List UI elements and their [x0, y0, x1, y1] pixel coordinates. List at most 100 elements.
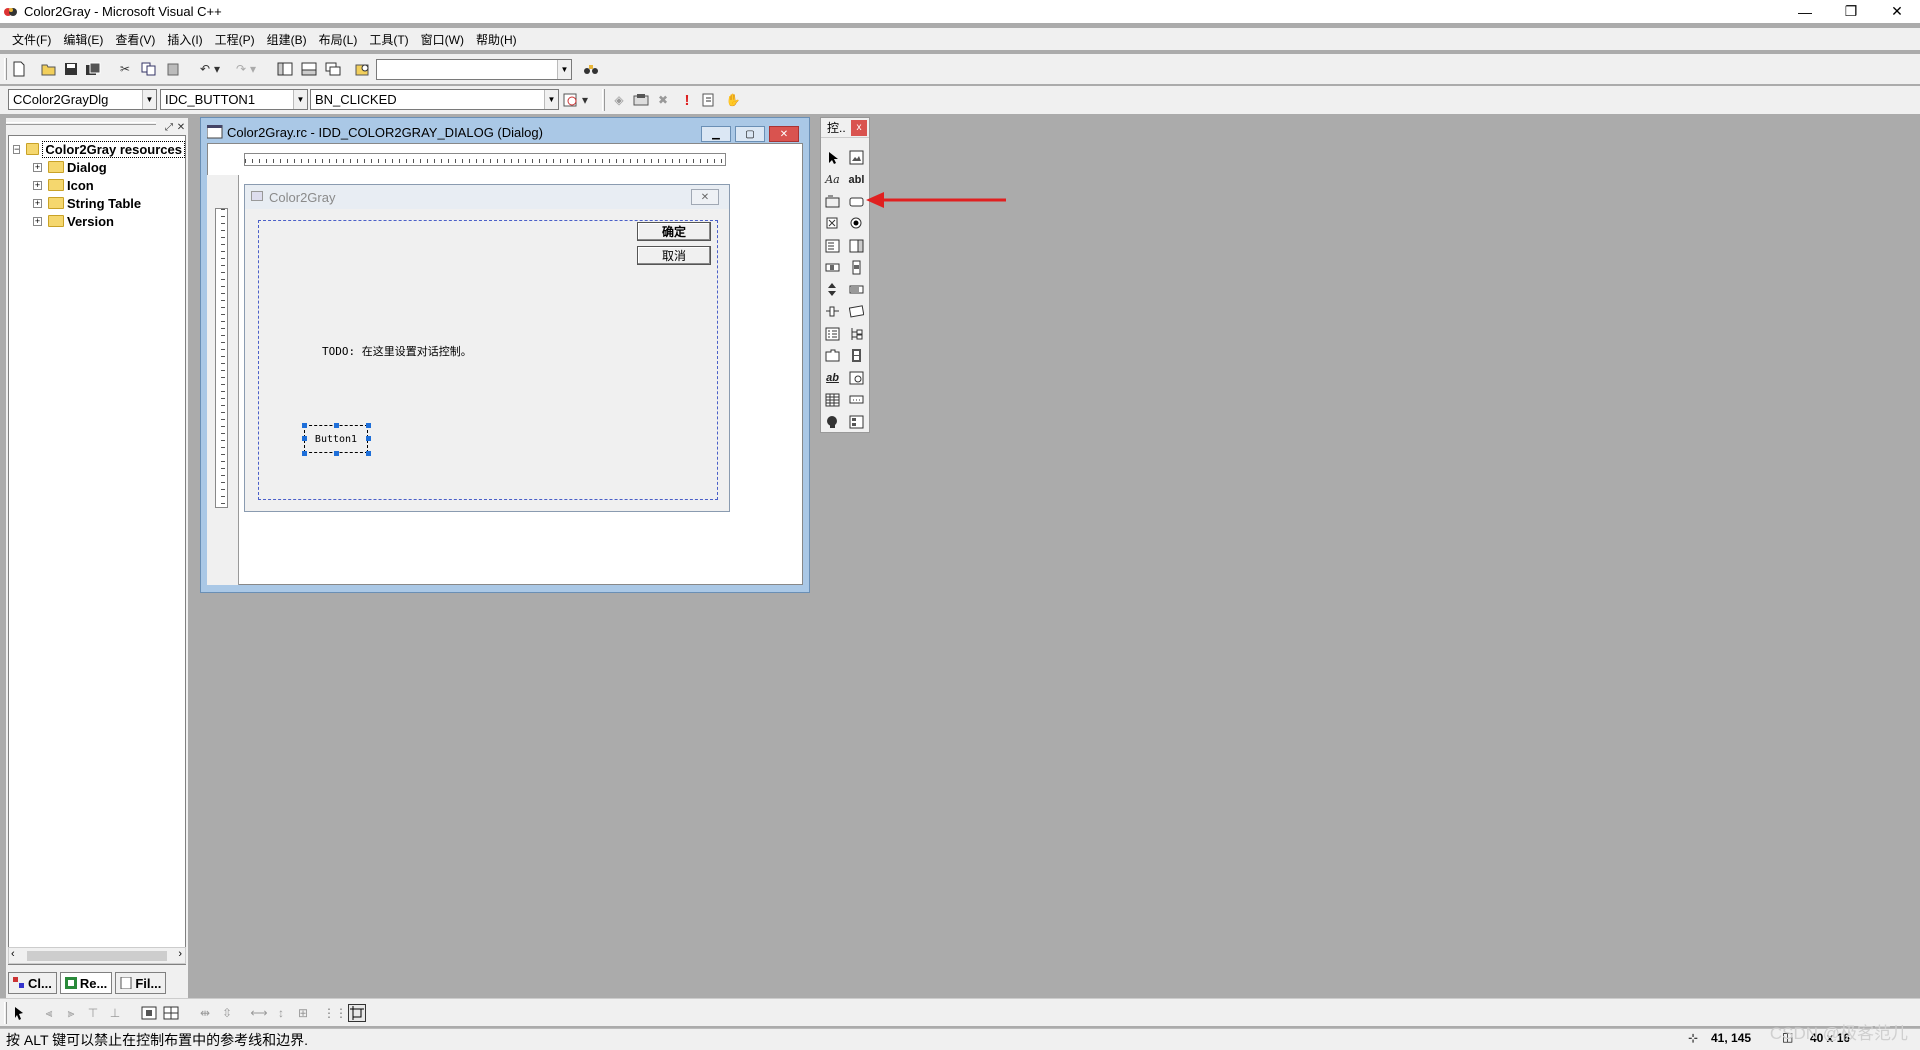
align-left-icon[interactable]: ⫷: [40, 1004, 58, 1022]
scroll-left-icon[interactable]: ‹: [11, 948, 15, 960]
redo-dropdown-icon[interactable]: ▾: [248, 60, 258, 78]
make-same-width-icon[interactable]: ⟷: [250, 1004, 268, 1022]
list-control-icon[interactable]: [824, 325, 841, 342]
tab-fileview[interactable]: Fil...: [115, 972, 167, 994]
cut-icon[interactable]: ✂: [116, 60, 134, 78]
tree-item-dialog[interactable]: + Dialog: [13, 158, 185, 176]
resize-handle[interactable]: [334, 451, 339, 456]
menu-tools[interactable]: 工具(T): [369, 31, 408, 48]
center-horizontal-icon[interactable]: [162, 1004, 180, 1022]
animate-icon[interactable]: [848, 347, 865, 364]
collapse-icon[interactable]: −: [13, 144, 21, 154]
month-calendar-icon[interactable]: [824, 391, 841, 408]
menu-file[interactable]: 文件(F): [12, 31, 51, 48]
expand-icon[interactable]: +: [33, 162, 42, 172]
toolbar-grip[interactable]: [602, 89, 605, 111]
stop-build-icon[interactable]: ✖: [654, 91, 672, 109]
tree-root[interactable]: − Color2Gray resources: [13, 140, 185, 158]
combo-box-icon[interactable]: [824, 237, 841, 254]
resize-handle[interactable]: [366, 451, 371, 456]
space-across-icon[interactable]: ⇹: [196, 1004, 214, 1022]
find-combo-dropdown-icon[interactable]: ▼: [557, 60, 571, 79]
minimize-button[interactable]: —: [1782, 0, 1828, 23]
menu-project[interactable]: 工程(P): [215, 31, 255, 48]
button-control-icon[interactable]: [848, 193, 865, 210]
expand-icon[interactable]: +: [33, 198, 42, 208]
vertical-scrollbar-icon[interactable]: [848, 259, 865, 276]
close-button[interactable]: ✕: [1874, 0, 1920, 23]
make-same-height-icon[interactable]: ↕: [272, 1004, 290, 1022]
panel-close-icon[interactable]: ✕: [172, 118, 190, 136]
list-box-icon[interactable]: [848, 237, 865, 254]
picture-control-icon[interactable]: [848, 149, 865, 166]
toggle-guides-icon[interactable]: [348, 1004, 366, 1022]
tab-control-icon[interactable]: [824, 347, 841, 364]
static-text-icon[interactable]: Aa: [824, 171, 841, 188]
vertical-ruler[interactable]: [215, 208, 228, 508]
id-combo-dropdown-icon[interactable]: ▼: [293, 90, 307, 109]
tree-item-icon[interactable]: + Icon: [13, 176, 185, 194]
new-file-icon[interactable]: [10, 60, 28, 78]
group-box-icon[interactable]: [824, 193, 841, 210]
tab-resourceview[interactable]: Re...: [59, 972, 113, 994]
resize-handle[interactable]: [366, 436, 371, 441]
id-combo[interactable]: IDC_BUTTON1 ▼: [160, 89, 308, 110]
paste-icon[interactable]: [164, 60, 182, 78]
tree-control-icon[interactable]: [848, 325, 865, 342]
align-right-icon[interactable]: ⫸: [62, 1004, 80, 1022]
find-binoculars-icon[interactable]: [582, 60, 600, 78]
build-icon[interactable]: [632, 91, 650, 109]
menu-layout[interactable]: 布局(L): [319, 31, 358, 48]
copy-icon[interactable]: [140, 60, 158, 78]
class-combo-dropdown-icon[interactable]: ▼: [142, 90, 156, 109]
scroll-right-icon[interactable]: ›: [178, 948, 182, 960]
align-top-icon[interactable]: ⊤: [84, 1004, 102, 1022]
resize-handle[interactable]: [334, 423, 339, 428]
cancel-button[interactable]: 取消: [637, 246, 711, 265]
window-list-icon[interactable]: [324, 60, 342, 78]
compile-icon[interactable]: ◈: [610, 91, 628, 109]
menu-build[interactable]: 组建(B): [267, 31, 307, 48]
menu-help[interactable]: 帮助(H): [476, 31, 517, 48]
button1-control[interactable]: Button1: [304, 425, 368, 453]
rich-edit-icon[interactable]: ab: [824, 369, 841, 386]
design-dialog[interactable]: Color2Gray ✕ 确定 取消 TODO: 在这里设置对话控制。: [244, 184, 730, 512]
output-window-icon[interactable]: [300, 60, 318, 78]
select-pointer-icon[interactable]: [824, 149, 841, 166]
date-time-picker-icon[interactable]: [848, 369, 865, 386]
tab-classview[interactable]: Cl...: [8, 972, 57, 994]
tree-horizontal-scrollbar[interactable]: ‹ ›: [8, 947, 186, 964]
go-icon[interactable]: [700, 91, 718, 109]
palette-close-button[interactable]: x: [851, 119, 867, 136]
menu-insert[interactable]: 插入(I): [167, 31, 202, 48]
open-folder-icon[interactable]: [40, 60, 58, 78]
test-dialog-icon[interactable]: [10, 1004, 28, 1022]
tree-item-string-table[interactable]: + String Table: [13, 194, 185, 212]
todo-static-text[interactable]: TODO: 在这里设置对话控制。: [322, 343, 472, 359]
expand-icon[interactable]: +: [33, 180, 42, 190]
scroll-thumb[interactable]: [27, 951, 167, 961]
resize-handle[interactable]: [366, 423, 371, 428]
menu-edit[interactable]: 编辑(E): [63, 31, 103, 48]
find-in-files-icon[interactable]: [354, 60, 372, 78]
workspace-window-icon[interactable]: [276, 60, 294, 78]
radio-button-icon[interactable]: [848, 215, 865, 232]
class-combo[interactable]: CColor2GrayDlg ▼: [8, 89, 157, 110]
editor-close-button[interactable]: ✕: [769, 126, 799, 142]
toggle-grid-icon[interactable]: ⋮⋮: [323, 1004, 347, 1022]
wizard-action-dropdown-icon[interactable]: ▾: [580, 91, 590, 109]
message-combo-dropdown-icon[interactable]: ▼: [544, 90, 558, 109]
breakpoint-hand-icon[interactable]: ✋: [724, 91, 742, 109]
editor-minimize-button[interactable]: ▁: [701, 126, 731, 142]
toolbar-grip[interactable]: [4, 1002, 7, 1024]
wizard-action-icon[interactable]: [562, 91, 580, 109]
panel-grip[interactable]: [6, 122, 156, 125]
check-box-icon[interactable]: [824, 215, 841, 232]
toolbar-grip[interactable]: [4, 58, 7, 80]
spin-control-icon[interactable]: [824, 281, 841, 298]
extended-combo-icon[interactable]: [848, 413, 865, 430]
hotkey-icon[interactable]: [848, 303, 865, 320]
make-same-size-icon[interactable]: ⊞: [294, 1004, 312, 1022]
restore-button[interactable]: ❐: [1828, 0, 1874, 23]
slider-icon[interactable]: [824, 303, 841, 320]
